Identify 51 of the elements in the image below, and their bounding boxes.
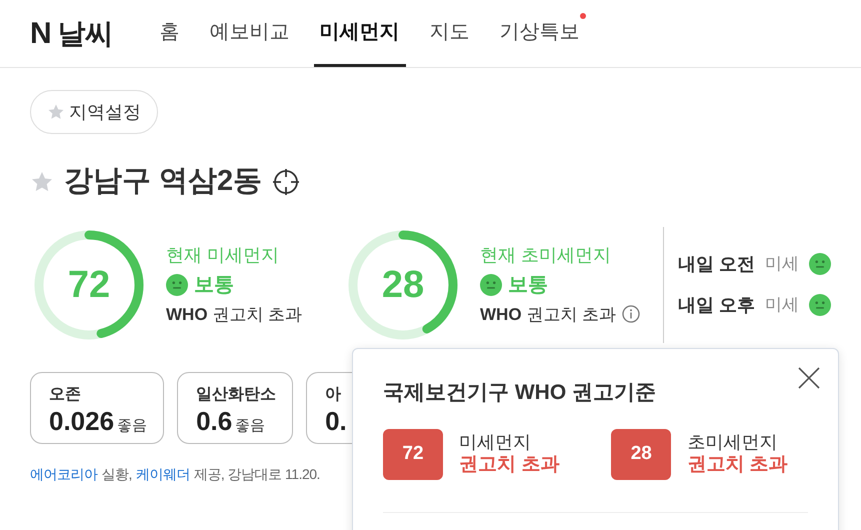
nav-tab[interactable]: 홈 xyxy=(154,0,186,67)
nav-tab[interactable]: 미세먼지 xyxy=(314,0,406,67)
grade-label: 보통 xyxy=(194,272,234,298)
close-icon[interactable] xyxy=(796,365,822,391)
pollutant-value: 0. xyxy=(325,404,347,437)
info-icon[interactable] xyxy=(622,305,640,324)
pollutant-card[interactable]: 일산화탄소 0.6 좋음 xyxy=(177,372,294,444)
source-link[interactable]: 케이웨더 xyxy=(136,464,190,484)
logo-mark[interactable]: N xyxy=(30,18,52,48)
nav-tab[interactable]: 기상특보 xyxy=(494,0,586,67)
forecast-item: 미세 xyxy=(765,253,799,276)
forecast-time: 내일 오전 xyxy=(678,252,755,276)
star-icon xyxy=(47,103,65,121)
forecast-item: 미세 xyxy=(765,294,799,316)
neutral-face-icon xyxy=(166,274,188,296)
value-badge: 28 xyxy=(611,428,672,480)
nav-tab[interactable]: 지도 xyxy=(424,0,476,67)
pollutant-value: 0.026 xyxy=(49,404,114,437)
pollutant-card[interactable]: 오존 0.026 좋음 xyxy=(30,372,164,444)
value-badge: 72 xyxy=(383,428,443,480)
pollutant-label: 초미세먼지 xyxy=(687,430,778,454)
pollutant-label: 미세먼지 xyxy=(459,430,532,454)
pollutant-name: 오존 xyxy=(49,384,81,404)
pollutant-grade: 좋음 xyxy=(117,416,148,436)
nav-tab[interactable]: 예보비교 xyxy=(204,0,296,67)
logo-text[interactable]: 날씨 xyxy=(58,20,114,48)
gauge-title: 현재 미세먼지 xyxy=(166,244,280,267)
neutral-face-icon xyxy=(809,253,831,275)
gauge-value: 72 xyxy=(68,266,110,304)
star-icon[interactable] xyxy=(30,170,54,194)
source-text: 실황, xyxy=(102,464,132,484)
neutral-face-icon xyxy=(809,294,831,316)
source-text: 제공, 강남대로 11.20. xyxy=(194,464,320,484)
region-settings-button[interactable]: 지역설정 xyxy=(30,90,158,134)
gauge-value: 28 xyxy=(382,266,424,304)
pollutant-name: 아 xyxy=(325,384,342,404)
exceed-label: 권고치 초과 xyxy=(687,453,788,478)
popup-title: 국제보건기구 WHO 권고기준 xyxy=(383,380,656,406)
location-title: 강남구 역삼2동 xyxy=(64,164,262,199)
exceed-label: 권고치 초과 xyxy=(459,453,560,478)
forecast-time: 내일 오후 xyxy=(678,294,755,316)
source-link[interactable]: 에어코리아 xyxy=(30,464,98,484)
pollutant-grade: 좋음 xyxy=(235,416,266,436)
crosshair-icon[interactable] xyxy=(272,168,300,196)
grade-label: 보통 xyxy=(508,272,548,298)
gauge-title: 현재 초미세먼지 xyxy=(480,244,612,267)
neutral-face-icon xyxy=(480,274,502,296)
who-note: WHO 권고치 초과 xyxy=(480,304,616,325)
pollutant-name: 일산화탄소 xyxy=(196,384,276,404)
who-note: WHO 권고치 초과 xyxy=(166,304,302,325)
pollutant-value: 0.6 xyxy=(196,404,232,437)
